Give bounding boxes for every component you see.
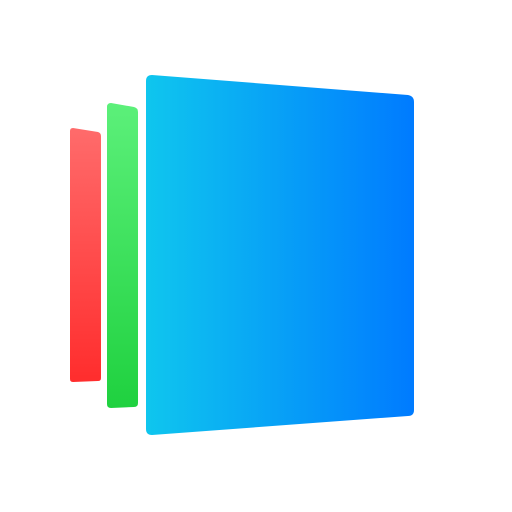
red-page-layer [70,128,101,382]
blue-page-layer [146,75,414,435]
app-icon [0,0,512,512]
green-page-layer [107,103,138,408]
stacked-pages-icon [70,75,414,435]
